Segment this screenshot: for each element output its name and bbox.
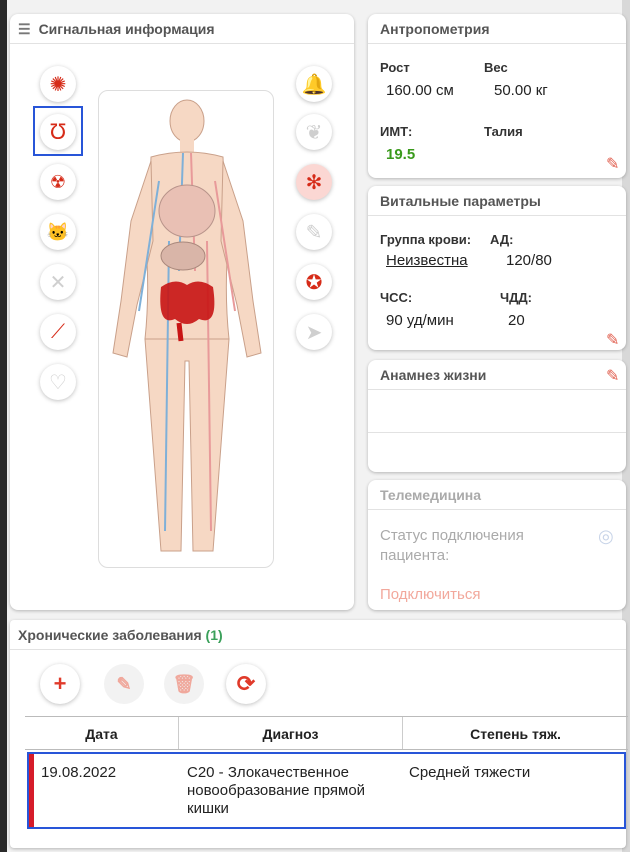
- syringe-icon[interactable]: ✎: [296, 214, 332, 250]
- prosthesis-icon[interactable]: ✕: [40, 264, 76, 300]
- webcam-icon: ◎: [598, 526, 614, 546]
- table-header: Дата Диагноз Степень тяж.: [25, 716, 628, 750]
- bmi-label: ИМТ:: [380, 124, 413, 139]
- alarm-icon[interactable]: 🔔: [296, 66, 332, 102]
- delete-button[interactable]: 🗑: [164, 664, 204, 704]
- column-severity[interactable]: Степень тяж.: [403, 717, 628, 749]
- connect-link[interactable]: Подключиться: [380, 586, 480, 603]
- chronic-header: Хронические заболевания (1): [10, 620, 626, 650]
- table-row[interactable]: 19.08.2022 C20 - Злокачественное новообр…: [27, 752, 626, 829]
- anthropometry-title: Антропометрия: [368, 14, 626, 44]
- chronic-count: (1): [205, 627, 223, 643]
- anthropometry-panel: Антропометрия Рост Вес 160.00 см 50.00 к…: [368, 14, 626, 178]
- rr-label: ЧДД:: [500, 290, 532, 305]
- blood-group-label: Группа крови:: [380, 232, 472, 247]
- body-figure-box: [98, 90, 274, 568]
- selected-icon-highlight: [33, 106, 83, 156]
- telemedicine-title: Телемедицина: [368, 480, 626, 510]
- bp-label: АД:: [490, 232, 514, 247]
- anamnesis-divider: [368, 432, 626, 433]
- telemedicine-panel: Телемедицина Статус подключения пациента…: [368, 480, 626, 610]
- add-button[interactable]: +: [40, 664, 80, 704]
- cell-date: 19.08.2022: [41, 764, 117, 781]
- vitals-panel: Витальные параметры Группа крови: АД: Не…: [368, 186, 626, 350]
- row-status-bar: [29, 754, 34, 827]
- edit-button[interactable]: ✎: [104, 664, 144, 704]
- chronic-title: Хронические заболевания: [18, 627, 202, 643]
- edit-anamnesis-icon[interactable]: ✎: [606, 366, 619, 386]
- column-diagnosis[interactable]: Диагноз: [179, 717, 403, 749]
- allergy-icon[interactable]: ✺: [40, 66, 76, 102]
- column-date[interactable]: Дата: [25, 717, 179, 749]
- body-figure: [112, 99, 262, 552]
- edit-anthropometry-icon[interactable]: ✎: [606, 154, 619, 174]
- weight-label: Вес: [484, 60, 508, 75]
- heart-icon[interactable]: ♡: [40, 364, 76, 400]
- height-label: Рост: [380, 60, 410, 75]
- cell-severity: Средней тяжести: [409, 764, 531, 781]
- radiation-icon[interactable]: ☢: [40, 164, 76, 200]
- vitals-title: Витальные параметры: [368, 186, 626, 216]
- cat-allergy-icon[interactable]: 🐱: [40, 214, 76, 250]
- connection-status-text: Статус подключения пациента:: [380, 527, 524, 564]
- waist-label: Талия: [484, 124, 523, 139]
- edit-vitals-icon[interactable]: ✎: [606, 330, 619, 350]
- window-frame-left: [0, 0, 7, 852]
- hr-value: 90 уд/мин: [386, 312, 454, 329]
- pregnancy-icon[interactable]: ✪: [296, 264, 332, 300]
- cell-diagnosis: C20 - Злокачественное новообразование пр…: [187, 764, 366, 817]
- refresh-button[interactable]: ⟳: [226, 664, 266, 704]
- scalpel-icon[interactable]: ⟋: [40, 314, 76, 350]
- blood-group-value[interactable]: Неизвестна: [386, 252, 468, 269]
- rr-value: 20: [508, 312, 525, 329]
- anamnesis-panel: Анамнез жизни ✎: [368, 360, 626, 472]
- signal-info-header: ☰ Сигнальная информация: [10, 14, 354, 44]
- bp-value: 120/80: [506, 252, 552, 269]
- signal-info-title: Сигнальная информация: [38, 21, 215, 37]
- virus-icon[interactable]: ✻: [296, 164, 332, 200]
- height-value: 160.00 см: [386, 82, 454, 99]
- anamnesis-title: Анамнез жизни: [368, 360, 626, 390]
- hr-label: ЧСС:: [380, 290, 413, 305]
- paper-plane-icon[interactable]: ➤: [296, 314, 332, 350]
- menu-icon[interactable]: ☰: [18, 21, 31, 37]
- weight-value: 50.00 кг: [494, 82, 548, 99]
- lungs-icon[interactable]: ❦: [296, 114, 332, 150]
- bmi-value: 19.5: [386, 146, 416, 163]
